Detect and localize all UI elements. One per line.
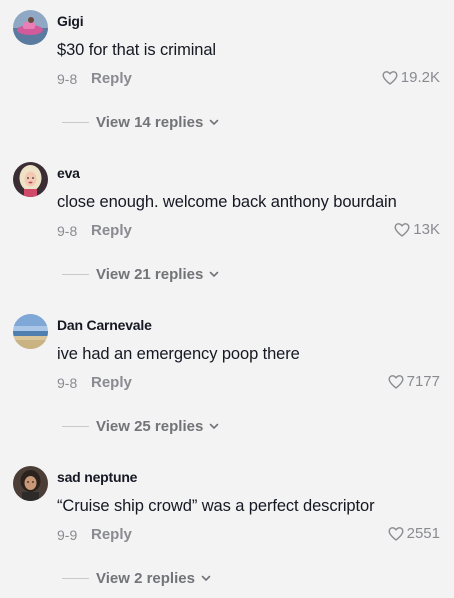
comment-date: 9-8: [57, 71, 78, 87]
comment-date: 9-8: [57, 223, 78, 239]
view-replies-label: View 25 replies: [96, 417, 204, 435]
view-replies-label: View 14 replies: [96, 113, 204, 131]
reply-button[interactable]: Reply: [91, 526, 132, 543]
comment-list: Gigi $30 for that is criminal 9-8 Reply …: [0, 0, 454, 598]
divider: [62, 577, 89, 579]
like-count: 13K: [413, 221, 440, 238]
view-replies-label: View 21 replies: [96, 265, 204, 283]
comment-text: $30 for that is criminal: [57, 41, 216, 59]
avatar[interactable]: [13, 162, 48, 197]
view-replies-button[interactable]: View 2 replies: [62, 568, 212, 588]
view-replies-button[interactable]: View 14 replies: [62, 112, 220, 132]
avatar[interactable]: [13, 10, 48, 45]
heart-icon: [382, 70, 398, 85]
comment-date: 9-8: [57, 375, 78, 391]
like-count: 19.2K: [400, 69, 440, 86]
reply-button[interactable]: Reply: [91, 222, 132, 239]
comment-item: eva close enough. welcome back anthony b…: [0, 154, 454, 306]
divider: [62, 121, 89, 123]
like-button[interactable]: 7177: [388, 373, 440, 390]
heart-icon: [388, 526, 404, 541]
divider: [62, 273, 89, 275]
username[interactable]: sad neptune: [57, 469, 137, 485]
comment-item: sad neptune “Cruise ship crowd” was a pe…: [0, 458, 454, 598]
comment-text: ive had an emergency poop there: [57, 345, 300, 363]
comment-item: Gigi $30 for that is criminal 9-8 Reply …: [0, 2, 454, 154]
chevron-down-icon: [201, 575, 211, 581]
view-replies-label: View 2 replies: [96, 569, 195, 587]
heart-icon: [388, 374, 404, 389]
reply-button[interactable]: Reply: [91, 70, 132, 87]
like-button[interactable]: 13K: [394, 221, 440, 238]
chevron-down-icon: [209, 119, 219, 125]
view-replies-button[interactable]: View 25 replies: [62, 416, 220, 436]
like-button[interactable]: 19.2K: [382, 69, 440, 86]
heart-icon: [394, 222, 410, 237]
like-button[interactable]: 2551: [388, 525, 440, 542]
comment-item: Dan Carnevale ive had an emergency poop …: [0, 306, 454, 458]
reply-button[interactable]: Reply: [91, 374, 132, 391]
comment-date: 9-9: [57, 527, 78, 543]
view-replies-button[interactable]: View 21 replies: [62, 264, 220, 284]
comment-text: “Cruise ship crowd” was a perfect descri…: [57, 497, 375, 515]
username[interactable]: eva: [57, 165, 80, 181]
username[interactable]: Dan Carnevale: [57, 317, 152, 333]
chevron-down-icon: [209, 271, 219, 277]
like-count: 2551: [406, 525, 440, 542]
like-count: 7177: [406, 373, 440, 390]
avatar[interactable]: [13, 314, 48, 349]
divider: [62, 425, 89, 427]
username[interactable]: Gigi: [57, 13, 84, 29]
avatar[interactable]: [13, 466, 48, 501]
comment-text: close enough. welcome back anthony bourd…: [57, 193, 397, 211]
chevron-down-icon: [209, 423, 219, 429]
